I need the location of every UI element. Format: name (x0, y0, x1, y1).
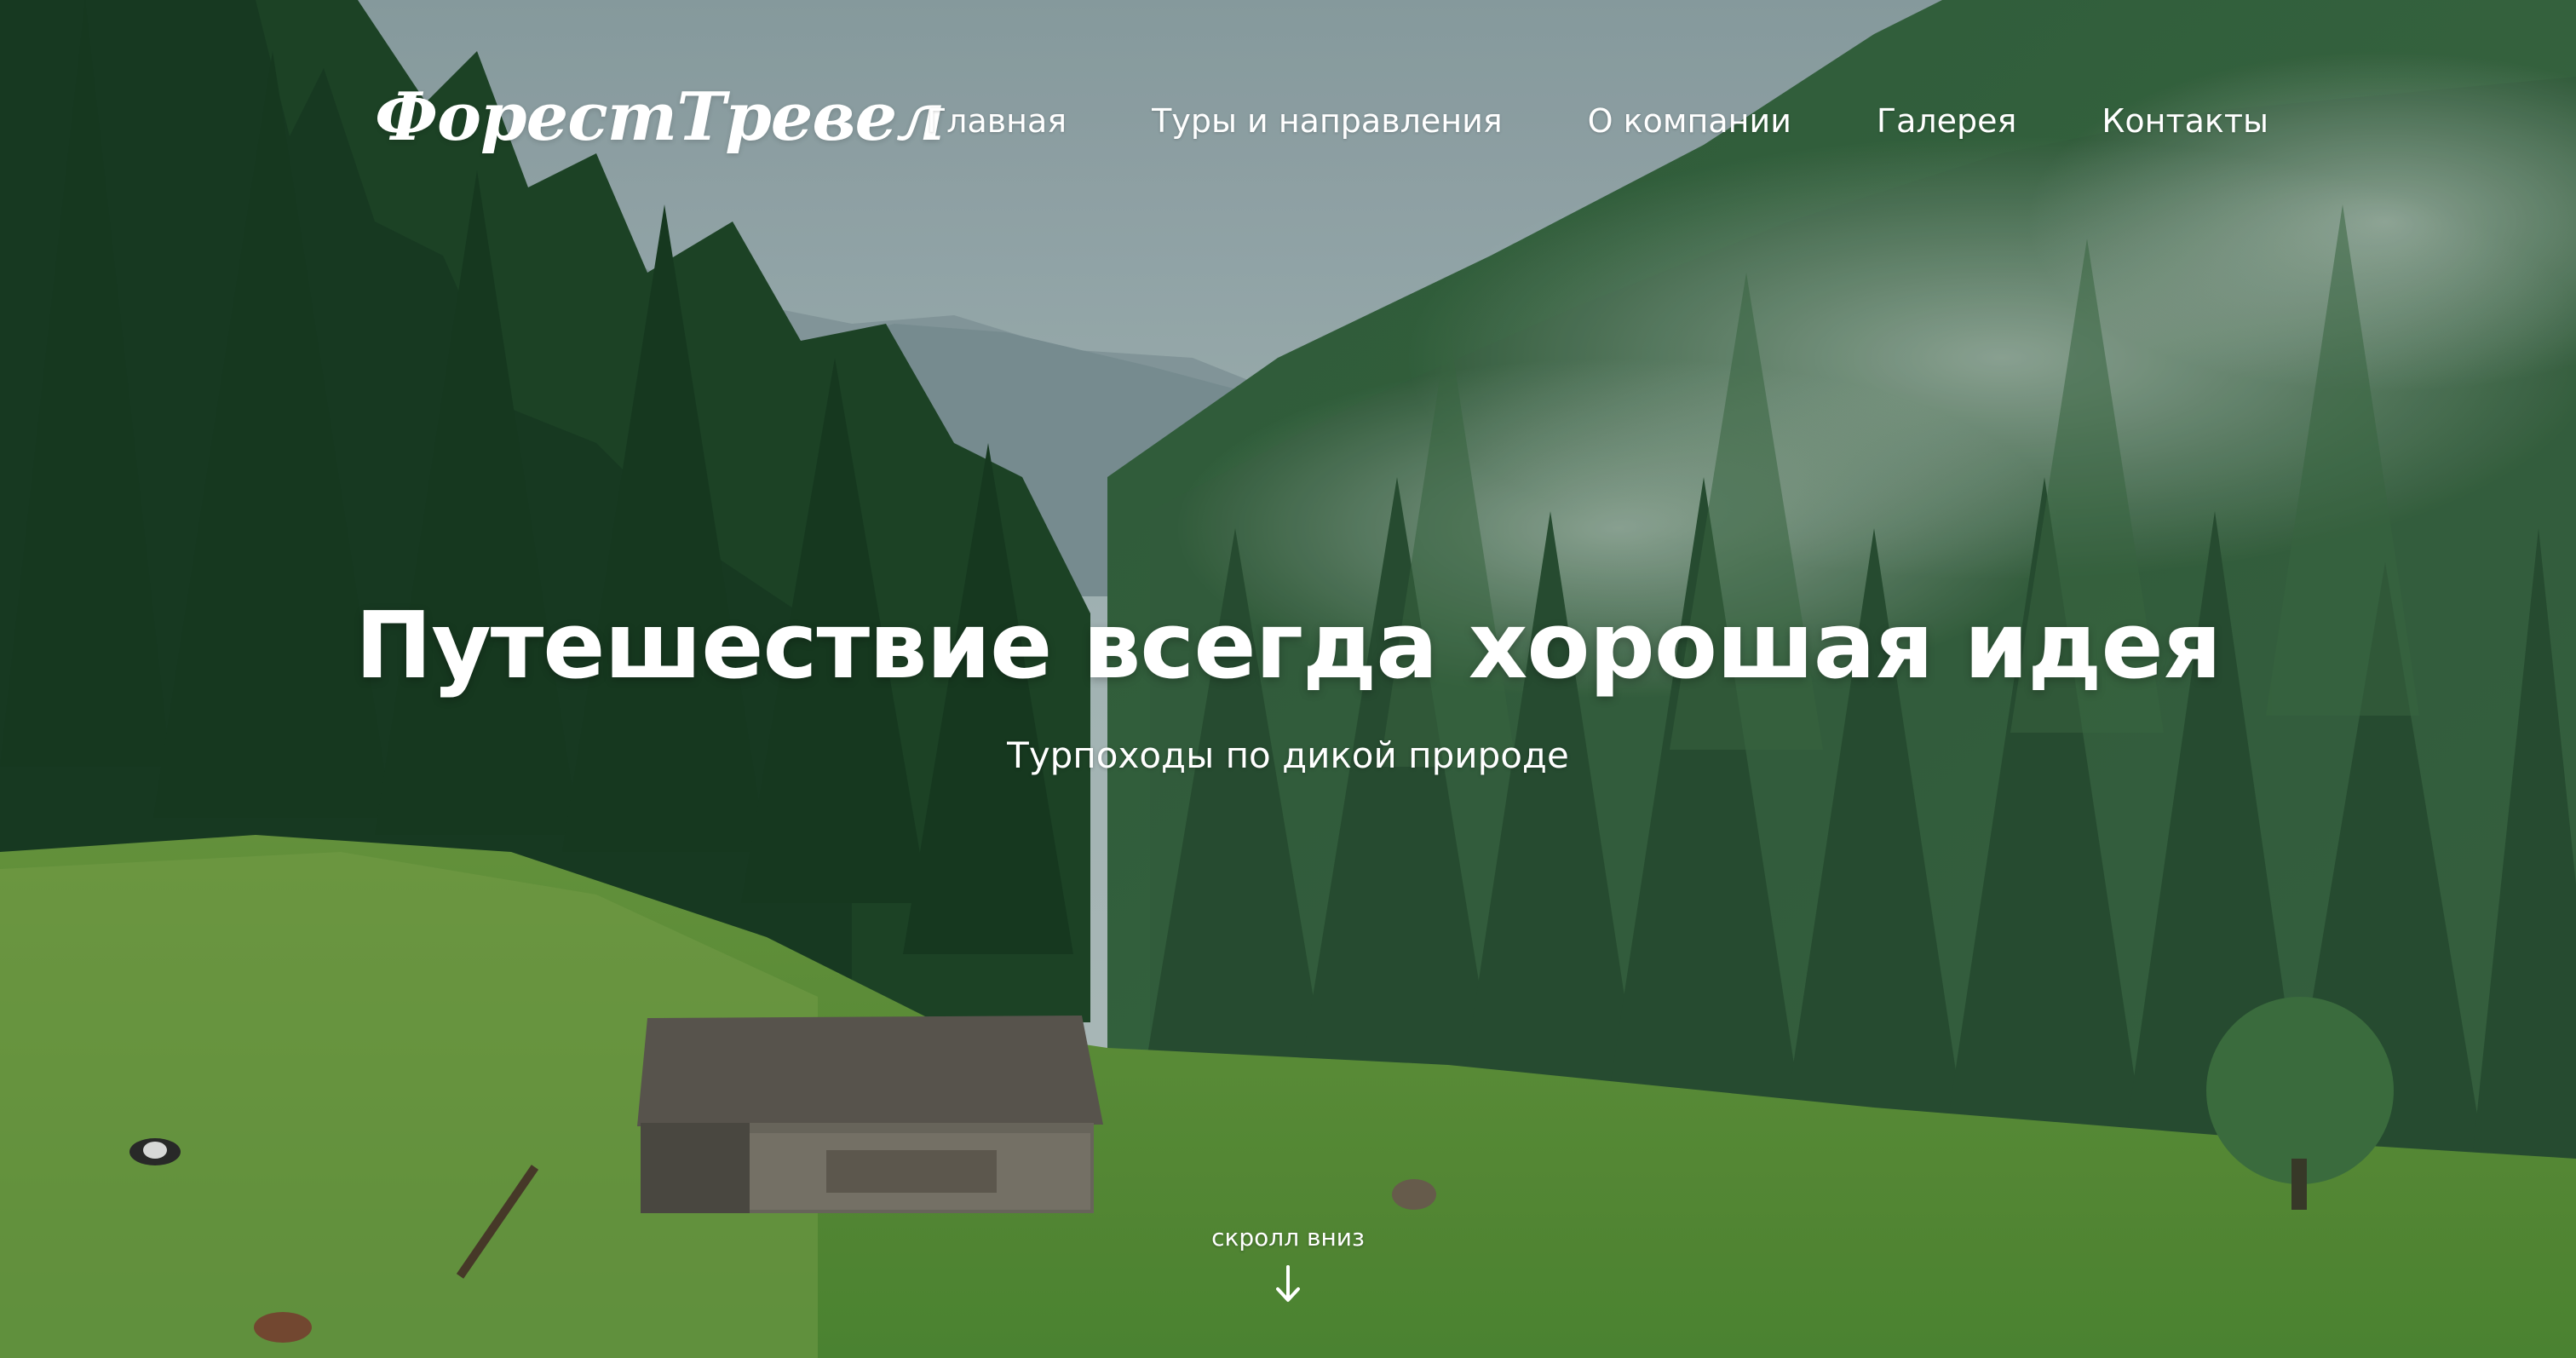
site-logo[interactable]: ФорестТревел (375, 78, 945, 156)
arrow-down-icon (1276, 1265, 1300, 1302)
hero-section: ФорестТревел Главная Туры и направления … (0, 0, 2576, 1358)
site-header: ФорестТревел Главная Туры и направления … (0, 0, 2576, 256)
hero-subtitle: Турпоходы по дикой природе (1007, 734, 1569, 776)
nav-item-gallery[interactable]: Галерея (1877, 102, 2017, 140)
nav-item-home[interactable]: Главная (927, 102, 1067, 140)
nav-item-tours[interactable]: Туры и направления (1152, 102, 1503, 140)
hero-title: Путешествие всегда хорошая идея (354, 593, 2222, 699)
nav-item-about[interactable]: О компании (1588, 102, 1791, 140)
scroll-down-button[interactable]: скролл вниз (1203, 1223, 1373, 1304)
nav-item-contacts[interactable]: Контакты (2102, 102, 2268, 140)
scroll-down-label: скролл вниз (1211, 1223, 1365, 1252)
main-nav: Главная Туры и направления О компании Га… (927, 102, 2268, 140)
